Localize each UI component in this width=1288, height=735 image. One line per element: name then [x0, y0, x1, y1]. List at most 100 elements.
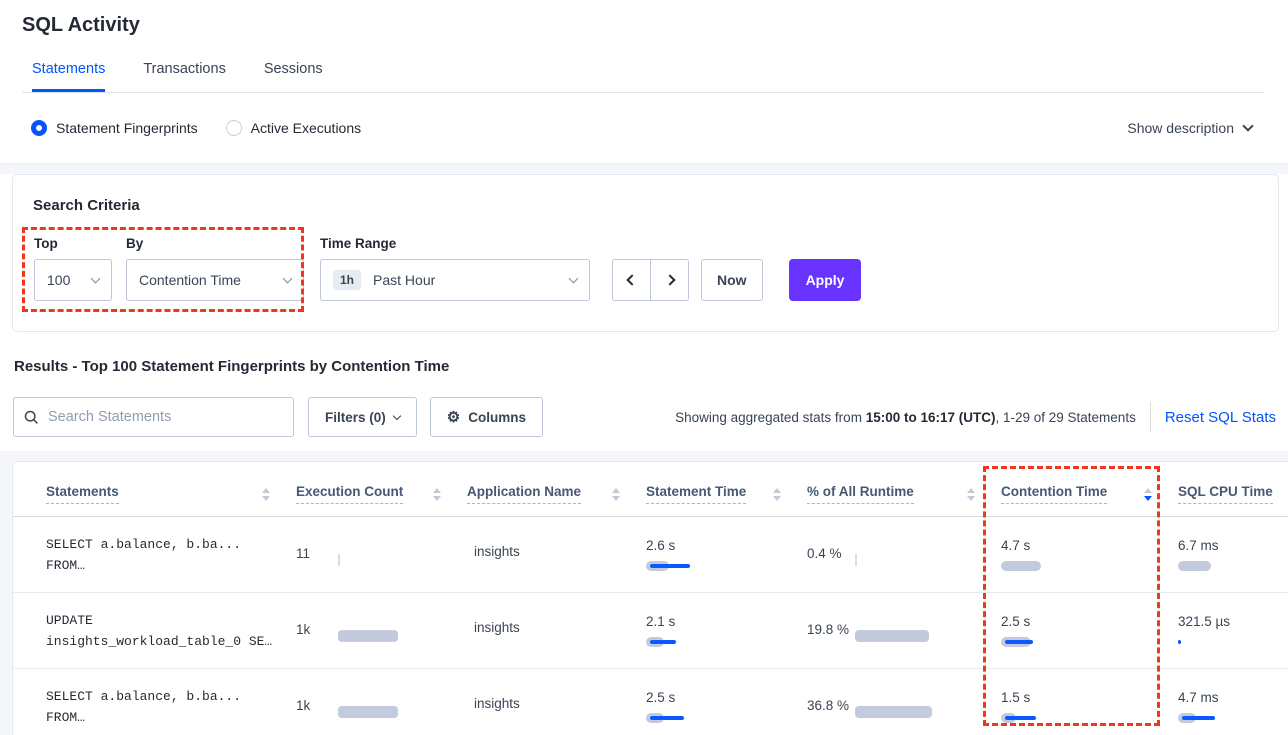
page-header: SQL Activity Statements Transactions Ses…: [0, 0, 1288, 93]
header-statement-time[interactable]: Statement Time: [646, 484, 807, 516]
statement-time-cell: 2.1 s: [646, 610, 807, 652]
radio-unselected-icon: [226, 120, 242, 136]
time-range-select[interactable]: 1h Past Hour: [320, 259, 590, 301]
percent-runtime-cell: 0.4 %: [807, 534, 1001, 576]
sort-desc-icon: [1144, 484, 1152, 501]
time-nav-group: [612, 259, 689, 301]
sql-activity-page: SQL Activity Statements Transactions Ses…: [0, 0, 1288, 735]
header-sql-cpu-time[interactable]: SQL CPU Time: [1178, 484, 1288, 516]
search-criteria-title: Search Criteria: [33, 197, 1258, 214]
previous-time-button[interactable]: [612, 259, 651, 301]
chevron-down-icon: [283, 274, 293, 284]
tab-sessions[interactable]: Sessions: [264, 61, 323, 92]
statement-time-cell: 2.5 s: [646, 686, 807, 728]
by-select[interactable]: Contention Time: [126, 259, 304, 301]
time-bar-blue: [650, 564, 690, 568]
apply-button[interactable]: Apply: [789, 259, 862, 301]
top-select[interactable]: 100: [34, 259, 112, 301]
statement-time-cell: 2.6 s: [646, 534, 807, 576]
contention-bar-blue: [1005, 716, 1036, 720]
radio-label: Statement Fingerprints: [56, 120, 198, 136]
section-divider: [0, 164, 1288, 174]
tab-statements[interactable]: Statements: [32, 61, 105, 92]
next-time-button[interactable]: [650, 259, 689, 301]
top-label: Top: [34, 236, 112, 251]
by-select-value: Contention Time: [139, 272, 241, 288]
search-criteria-panel: Search Criteria Top 100 By Contention Ti…: [12, 174, 1279, 332]
execution-count-cell: 1k: [296, 686, 467, 728]
table-header-row: Statements Execution Count Application N…: [13, 462, 1288, 517]
runtime-bar: [855, 630, 929, 642]
table-zone: Statements Execution Count Application N…: [0, 451, 1288, 735]
sort-icon: [433, 484, 441, 501]
view-toggle-band: Statement Fingerprints Active Executions…: [0, 93, 1288, 164]
radio-active-executions[interactable]: Active Executions: [226, 120, 362, 136]
chevron-down-icon: [1242, 120, 1253, 131]
percent-runtime-cell: 19.8 %: [807, 610, 1001, 652]
cpu-bar-blue: [1182, 716, 1215, 720]
header-statements[interactable]: Statements: [46, 484, 296, 516]
contention-bar-blue: [1005, 640, 1033, 644]
chevron-down-icon: [569, 274, 579, 284]
page-title: SQL Activity: [22, 14, 1264, 37]
percent-runtime-cell: 36.8 %: [807, 686, 1001, 728]
time-range-badge: 1h: [333, 270, 361, 290]
search-icon: [24, 410, 39, 425]
by-label: By: [126, 236, 304, 251]
header-contention-time[interactable]: Contention Time: [1001, 484, 1178, 516]
header-execution-count[interactable]: Execution Count: [296, 484, 467, 516]
application-name-cell: insights: [467, 686, 646, 728]
show-description-toggle[interactable]: Show description: [1127, 120, 1252, 136]
radio-label: Active Executions: [251, 120, 362, 136]
sort-icon: [262, 484, 270, 501]
sql-cpu-time-cell: 321.5 µs: [1178, 610, 1288, 652]
sort-icon: [773, 484, 781, 501]
columns-button[interactable]: ⚙ Columns: [430, 397, 543, 437]
chevron-right-icon: [664, 274, 675, 285]
cpu-bar-gray: [1178, 561, 1211, 571]
chevron-down-icon: [91, 274, 101, 284]
radio-statement-fingerprints[interactable]: Statement Fingerprints: [31, 120, 198, 136]
runtime-bar: [855, 554, 857, 566]
tab-transactions[interactable]: Transactions: [143, 61, 225, 92]
top-field: Top 100: [34, 236, 112, 301]
show-description-label: Show description: [1127, 120, 1234, 136]
contention-time-cell: 1.5 s: [1001, 686, 1178, 728]
header-application-name[interactable]: Application Name: [467, 484, 646, 516]
table-row: SELECT a.balance, b.ba... FROM… 1k insig…: [13, 669, 1288, 735]
reset-sql-stats-link[interactable]: Reset SQL Stats: [1165, 409, 1276, 426]
search-statements-input[interactable]: [48, 409, 283, 425]
contention-time-cell: 4.7 s: [1001, 534, 1178, 576]
table-row: SELECT a.balance, b.ba... FROM… 11 insig…: [13, 517, 1288, 593]
columns-label: Columns: [468, 410, 526, 425]
execution-count-cell: 11: [296, 534, 467, 576]
sql-cpu-time-cell: 4.7 ms: [1178, 686, 1288, 728]
statement-fingerprint-link[interactable]: SELECT a.balance, b.ba... FROM…: [46, 686, 296, 728]
sort-icon: [612, 484, 620, 501]
tab-bar: Statements Transactions Sessions: [22, 61, 1264, 93]
sort-icon: [967, 484, 975, 501]
by-field: By Contention Time: [126, 236, 304, 301]
search-statements-box: [13, 397, 294, 437]
runtime-bar: [855, 706, 932, 718]
top-select-value: 100: [47, 272, 70, 288]
time-range-field: Time Range 1h Past Hour: [320, 236, 590, 301]
time-range-value: Past Hour: [373, 272, 435, 288]
results-controls: Filters (0) ⚙ Columns Showing aggregated…: [13, 397, 1279, 437]
table-row: UPDATE insights_workload_table_0 SE… 1k …: [13, 593, 1288, 669]
application-name-cell: insights: [467, 534, 646, 576]
gear-icon: ⚙: [447, 410, 460, 425]
vertical-divider: [1150, 402, 1151, 432]
chevron-left-icon: [626, 274, 637, 285]
cpu-bar-blue: [1178, 640, 1181, 644]
now-button[interactable]: Now: [701, 259, 763, 301]
time-range-label: Time Range: [320, 236, 590, 251]
results-title: Results - Top 100 Statement Fingerprints…: [14, 358, 1288, 375]
stats-time-range: 15:00 to 16:17 (UTC): [866, 410, 996, 425]
filters-button[interactable]: Filters (0): [308, 397, 417, 437]
header-percent-runtime[interactable]: % of All Runtime: [807, 484, 1001, 516]
filters-label: Filters (0): [325, 410, 386, 425]
statement-fingerprint-link[interactable]: SELECT a.balance, b.ba... FROM…: [46, 534, 296, 576]
statement-fingerprint-link[interactable]: UPDATE insights_workload_table_0 SE…: [46, 610, 296, 652]
contention-bar-gray: [1001, 561, 1041, 571]
